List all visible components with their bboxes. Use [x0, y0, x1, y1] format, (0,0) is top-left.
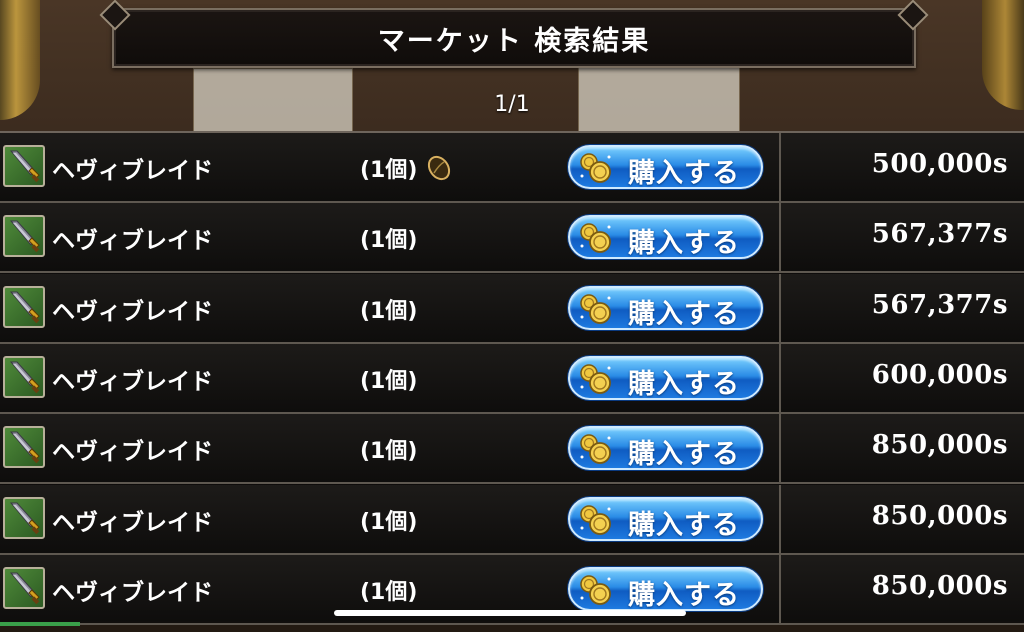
column-divider: [779, 273, 781, 342]
column-divider: [779, 414, 781, 483]
sword-icon: [3, 496, 45, 539]
listing-row[interactable]: ヘヴィブレイド (1個) 購入する 850,000s: [0, 484, 1024, 555]
listing-row[interactable]: ヘヴィブレイド (1個) 購入する 600,000s: [0, 343, 1024, 414]
sword-icon: [3, 566, 45, 609]
coin-icon: [578, 573, 614, 607]
item-price: 850,000s: [871, 430, 1008, 461]
buy-button-label: 購入する: [628, 368, 740, 400]
buy-button-label: 購入する: [628, 509, 740, 541]
item-name: ヘヴィブレイド: [52, 579, 213, 606]
item-price: 500,000s: [871, 149, 1008, 179]
bottom-accent: [0, 622, 80, 626]
item-quantity: (1個): [360, 439, 418, 465]
buy-button[interactable]: 購入する: [568, 355, 763, 400]
buy-button-label: 購入する: [628, 228, 740, 260]
sword-icon: [3, 285, 45, 328]
coin-icon: [578, 292, 614, 326]
buy-button-label: 購入する: [628, 439, 740, 471]
buy-button-label: 購入する: [628, 579, 740, 611]
item-name: ヘヴィブレイド: [52, 368, 213, 395]
buy-button-label: 購入する: [628, 298, 740, 330]
listing-row[interactable]: ヘヴィブレイド (1個) 購入する 567,377s: [0, 273, 1024, 344]
column-divider: [779, 554, 781, 623]
buy-button[interactable]: 購入する: [568, 566, 763, 611]
item-price: 600,000s: [871, 359, 1008, 390]
title-banner: マーケット 検索結果: [112, 8, 916, 68]
item-quantity: (1個): [360, 509, 418, 535]
buy-button[interactable]: 購入する: [568, 426, 763, 471]
coin-icon: [578, 503, 614, 537]
item-quantity: (1個): [360, 579, 418, 605]
item-quantity: (1個): [360, 368, 418, 394]
buy-button[interactable]: 購入する: [568, 496, 763, 541]
item-name: ヘヴィブレイド: [52, 158, 213, 184]
home-indicator[interactable]: [334, 610, 686, 616]
coin-icon: [578, 362, 614, 396]
item-name: ヘヴィブレイド: [52, 439, 213, 466]
coin-icon: [578, 151, 614, 185]
buy-button[interactable]: 購入する: [568, 145, 763, 189]
item-name: ヘヴィブレイド: [52, 298, 213, 325]
buy-button-label: 購入する: [628, 158, 740, 189]
item-name: ヘヴィブレイド: [52, 509, 213, 536]
page-indicator: 1/1: [494, 92, 530, 117]
item-quantity: (1個): [360, 298, 418, 324]
item-price: 567,377s: [871, 289, 1008, 320]
sword-icon: [3, 145, 45, 187]
buy-button[interactable]: 購入する: [568, 285, 763, 330]
seed-icon: [424, 153, 454, 183]
buy-button[interactable]: 購入する: [568, 215, 763, 260]
item-name: ヘヴィブレイド: [52, 228, 213, 255]
listing-row[interactable]: ヘヴィブレイド (1個) 購入する 567,377s: [0, 203, 1024, 274]
column-divider: [779, 133, 781, 201]
listing-row[interactable]: ヘヴィブレイド (1個) 購入する 500,000s: [0, 133, 1024, 203]
sword-icon: [3, 215, 45, 258]
sword-icon: [3, 426, 45, 469]
item-price: 567,377s: [871, 219, 1008, 250]
coin-icon: [578, 432, 614, 466]
item-quantity: (1個): [360, 158, 418, 183]
listing-row[interactable]: ヘヴィブレイド (1個) 購入する 850,000s: [0, 414, 1024, 485]
item-price: 850,000s: [871, 500, 1008, 531]
item-price: 850,000s: [871, 570, 1008, 601]
column-divider: [779, 203, 781, 272]
column-divider: [779, 484, 781, 553]
sword-icon: [3, 355, 45, 398]
page-title: マーケット 検索結果: [377, 25, 651, 57]
market-results-list: ヘヴィブレイド (1個) 購入する 500,000s ヘヴィブレイド (1個) …: [0, 131, 1024, 625]
column-divider: [779, 343, 781, 412]
coin-icon: [578, 221, 614, 255]
item-quantity: (1個): [360, 228, 418, 254]
